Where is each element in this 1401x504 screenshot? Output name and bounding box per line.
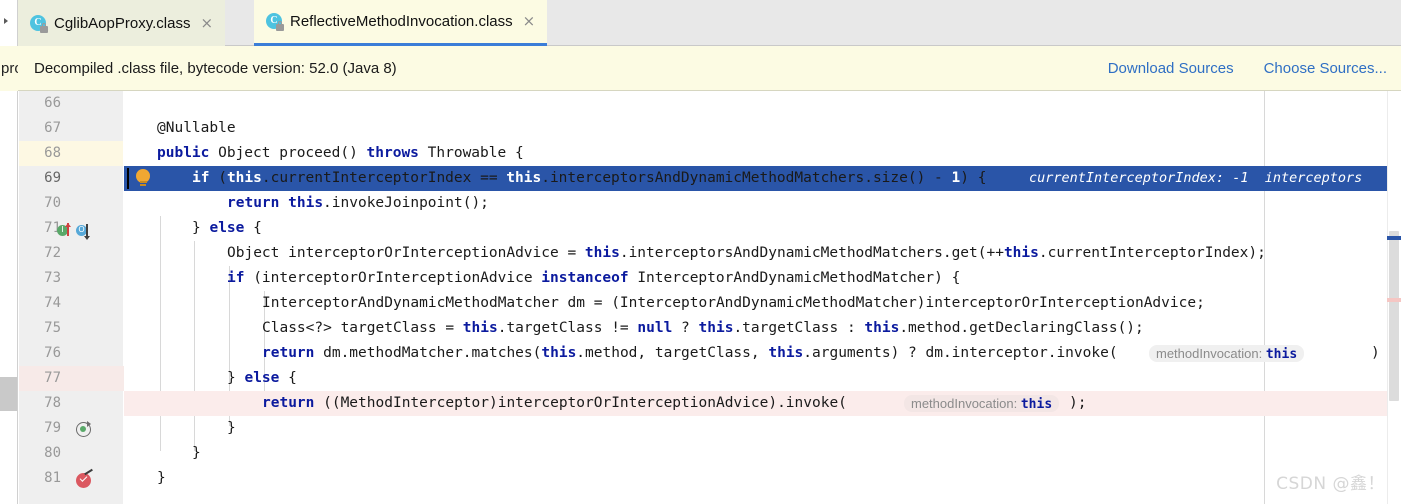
- line-number: 78: [44, 395, 61, 411]
- line-number: 75: [44, 320, 61, 336]
- code-text: }: [157, 470, 166, 486]
- line-row: 67: [19, 116, 123, 141]
- line-row: 81: [19, 466, 123, 491]
- code-text: return dm.methodMatcher.matches(this.met…: [262, 345, 1118, 361]
- line-number: 79: [44, 420, 61, 436]
- line-row: 70: [19, 191, 123, 216]
- code-text-area[interactable]: @Nullable public Object proceed() throws…: [124, 91, 1401, 504]
- stripe-mark-selection[interactable]: [1387, 236, 1401, 240]
- code-row-77[interactable]: } else {: [124, 366, 1401, 391]
- line-row: 72: [19, 241, 123, 266]
- line-number: 80: [44, 445, 61, 461]
- choose-sources-link[interactable]: Choose Sources...: [1264, 60, 1387, 77]
- code-row-66[interactable]: [124, 91, 1401, 116]
- line-row: 76: [19, 341, 123, 366]
- line-number: 71: [44, 220, 61, 236]
- line-number: 81: [44, 470, 61, 486]
- recursive-call-icon[interactable]: [76, 421, 91, 437]
- code-text: if (interceptorOrInterceptionAdvice inst…: [227, 270, 961, 286]
- code-editor[interactable]: 66 67 68 69 70 71 72 73 74 75 76 77 78 7…: [0, 91, 1401, 504]
- line-row: 75: [19, 316, 123, 341]
- code-row-81[interactable]: }: [124, 466, 1401, 491]
- tab-label: CglibAopProxy.class: [54, 14, 191, 32]
- close-icon[interactable]: ×: [200, 15, 213, 31]
- line-row: 66: [19, 91, 123, 116]
- parameter-inlay-hint: methodInvocation: this: [902, 391, 1061, 416]
- code-row-80[interactable]: }: [124, 441, 1401, 466]
- code-text: public Object proceed() throws Throwable…: [157, 145, 524, 161]
- banner-actions: Download Sources Choose Sources...: [1108, 60, 1401, 77]
- scrollbar-thumb[interactable]: [1389, 231, 1399, 401]
- stripe-mark-breakpoint[interactable]: [1387, 298, 1401, 302]
- code-row-70[interactable]: return this.invokeJoinpoint();: [124, 191, 1401, 216]
- line-number: 69: [44, 170, 61, 186]
- code-text: Object interceptorOrInterceptionAdvice =…: [227, 245, 1266, 261]
- code-row-74[interactable]: InterceptorAndDynamicMethodMatcher dm = …: [124, 291, 1401, 316]
- line-number: 76: [44, 345, 61, 361]
- code-text: @Nullable: [157, 120, 236, 136]
- code-text: );: [1069, 395, 1087, 411]
- code-row-71[interactable]: } else {: [124, 216, 1401, 241]
- line-row: 73: [19, 266, 123, 291]
- code-text: if (this.currentInterceptorIndex == this…: [192, 170, 987, 186]
- editor-left-margin: [0, 91, 18, 504]
- watermark: CSDN @鑫！: [1276, 474, 1385, 494]
- line-number: 68: [44, 145, 61, 161]
- code-row-79[interactable]: }: [124, 416, 1401, 441]
- code-text: }: [227, 420, 236, 436]
- code-row-82[interactable]: [124, 491, 1401, 504]
- parameter-inlay-hint: methodInvocation: this: [1147, 341, 1306, 366]
- code-row-78[interactable]: return ((MethodInterceptor)interceptorOr…: [124, 391, 1401, 416]
- line-number: 67: [44, 120, 61, 136]
- code-text: } else {: [192, 220, 262, 236]
- implementing-method-icon[interactable]: [57, 223, 72, 238]
- tab-reflective-method-invocation[interactable]: C ReflectiveMethodInvocation.class ×: [254, 0, 548, 46]
- code-text: Class<?> targetClass = this.targetClass …: [262, 320, 1144, 336]
- line-row: 69: [19, 166, 123, 191]
- line-row: 79: [19, 416, 123, 441]
- java-class-icon: C: [30, 14, 48, 33]
- line-row: 68: [19, 141, 123, 166]
- code-row-76[interactable]: return dm.methodMatcher.matches(this.met…: [124, 341, 1401, 366]
- editor-tab-bar: C CglibAopProxy.class × C ReflectiveMeth…: [0, 0, 1401, 46]
- code-text: } else {: [227, 370, 297, 386]
- java-class-icon: C: [266, 13, 284, 31]
- intention-bulb-icon[interactable]: [136, 169, 153, 186]
- line-row: 74: [19, 291, 123, 316]
- line-number: 70: [44, 195, 61, 211]
- code-row-73[interactable]: if (interceptorOrInterceptionAdvice inst…: [124, 266, 1401, 291]
- code-text: InterceptorAndDynamicMethodMatcher dm = …: [262, 295, 1205, 311]
- code-text: }: [192, 445, 201, 461]
- code-row-75[interactable]: Class<?> targetClass = this.targetClass …: [124, 316, 1401, 341]
- tool-window-nub[interactable]: [0, 377, 17, 411]
- tab-label: ReflectiveMethodInvocation.class: [290, 13, 513, 30]
- line-number: 73: [44, 270, 61, 286]
- code-text: return this.invokeJoinpoint();: [227, 195, 489, 211]
- line-row: 80: [19, 441, 123, 466]
- tool-window-strip[interactable]: [0, 0, 18, 46]
- download-sources-link[interactable]: Download Sources: [1108, 60, 1234, 77]
- tab-cglib-aop-proxy[interactable]: C CglibAopProxy.class ×: [18, 0, 226, 46]
- code-row-72[interactable]: Object interceptorOrInterceptionAdvice =…: [124, 241, 1401, 266]
- banner-message: Decompiled .class file, bytecode version…: [34, 59, 397, 77]
- chevron-left-icon: [4, 18, 8, 24]
- banner-left-edge: pro: [0, 46, 18, 91]
- close-icon[interactable]: ×: [523, 14, 536, 29]
- line-number: 66: [44, 95, 61, 111]
- breakpoint-verified-icon[interactable]: [76, 468, 93, 488]
- line-row: 77: [19, 366, 123, 391]
- line-number: 77: [44, 370, 61, 386]
- line-number: 72: [44, 245, 61, 261]
- code-row-68[interactable]: public Object proceed() throws Throwable…: [124, 141, 1401, 166]
- editor-scrollbar[interactable]: [1387, 91, 1401, 504]
- code-row-69[interactable]: if (this.currentInterceptorIndex == this…: [124, 166, 1401, 191]
- decompiled-notification-banner: Decompiled .class file, bytecode version…: [18, 46, 1401, 91]
- overriding-method-icon[interactable]: [76, 223, 91, 240]
- line-number: 74: [44, 295, 61, 311]
- text-caret: [127, 168, 129, 189]
- code-text: return ((MethodInterceptor)interceptorOr…: [262, 395, 847, 411]
- code-row-67[interactable]: @Nullable: [124, 116, 1401, 141]
- line-row: 78: [19, 391, 123, 416]
- debug-inlay-hint: currentInterceptorIndex: -1 interceptors: [1029, 170, 1363, 186]
